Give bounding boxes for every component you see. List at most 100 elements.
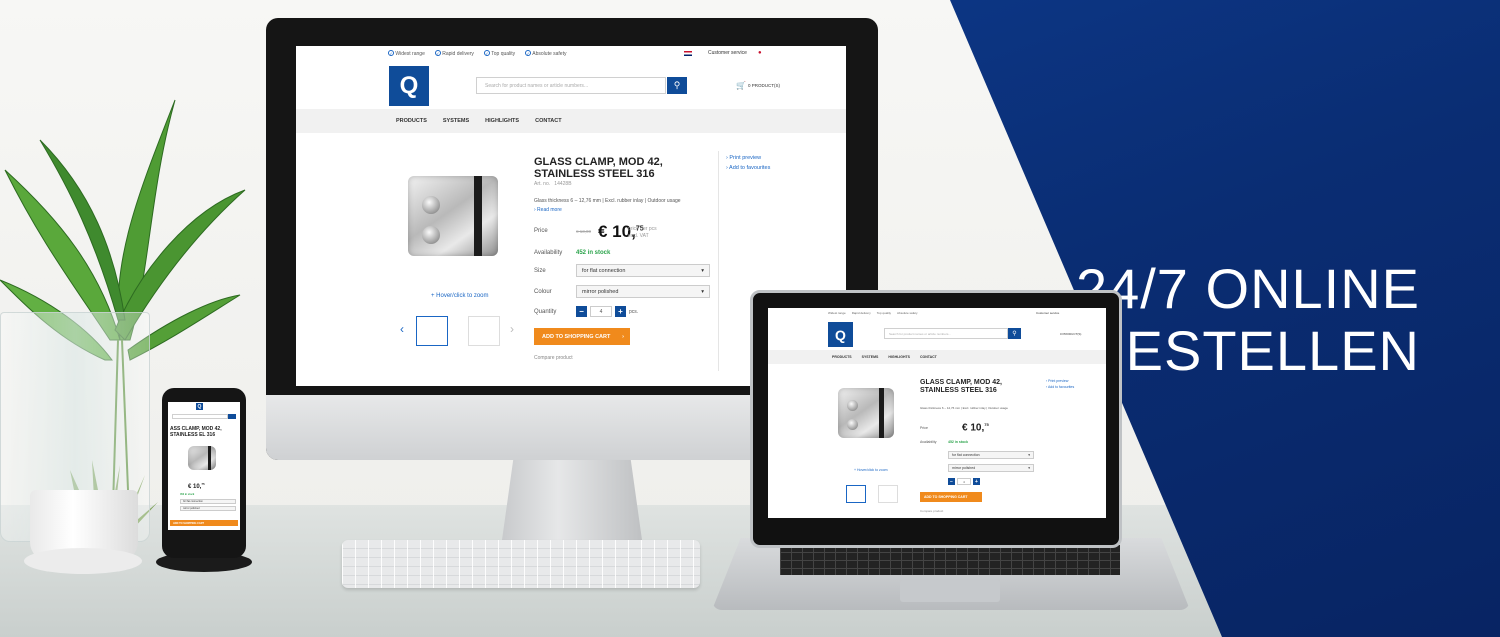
user-icon[interactable]: ●	[758, 50, 762, 56]
laptop-keyboard	[780, 545, 1120, 575]
check-icon: ✓	[483, 50, 490, 56]
usp-bar: Widest range Rapid delivery Top quality Abs…	[828, 311, 918, 315]
bolt-image	[422, 196, 440, 214]
site-logo[interactable]: Q	[389, 66, 429, 106]
price-note: price per pcs excl. VAT	[628, 226, 657, 239]
product-title: GLASS CLAMP, MOD 42, STAINLESS STEEL 316	[534, 156, 663, 180]
compare-link[interactable]: Compare product	[534, 355, 573, 361]
check-icon: ✓	[525, 50, 532, 56]
nav-products[interactable]: PRODUCTS	[396, 118, 427, 124]
quantity-input[interactable]: 4	[957, 478, 971, 485]
customer-service-link[interactable]: Customer service	[1036, 311, 1059, 315]
pot-saucer	[24, 548, 142, 574]
search-input[interactable]	[172, 414, 228, 419]
price-label: Price	[534, 228, 548, 234]
availability-label: Availability	[920, 440, 937, 444]
nav-products[interactable]: PRODUCTS	[832, 355, 852, 359]
article-number: Art. no. 14428B	[534, 181, 572, 187]
print-preview-link[interactable]: › Print preview	[726, 155, 761, 161]
read-more-link[interactable]: › Read more	[534, 207, 562, 213]
colour-label: Colour	[534, 289, 552, 295]
check-icon: ✓	[434, 50, 441, 56]
zoom-link[interactable]: + Hover/click to zoom	[854, 468, 888, 472]
colour-select[interactable]: mirror polished ▾	[576, 285, 710, 298]
site-logo[interactable]: Q	[196, 403, 203, 410]
chevron-down-icon: ▾	[701, 267, 704, 274]
thumbnail[interactable]	[878, 485, 898, 503]
usp-item: ✓ Top quality	[483, 50, 516, 57]
laptop-trackpad	[900, 580, 1000, 602]
quantity-label: Quantity	[534, 309, 557, 315]
quantity-input[interactable]: 4	[590, 306, 612, 317]
quantity-unit: pcs.	[629, 308, 639, 315]
check-icon: ✓	[388, 50, 394, 56]
add-to-cart-button[interactable]: ADD TO SHOPPING CART	[170, 520, 238, 526]
compare-link[interactable]: Compare product	[920, 509, 943, 513]
usp-item: ✓ Rapid delivery	[434, 50, 474, 57]
laptop-screen: Widest range Rapid delivery Top quality Abs…	[768, 308, 1106, 518]
product-image[interactable]	[838, 388, 894, 438]
banner-line-2: BESTELLEN	[1087, 319, 1420, 382]
thumbnail[interactable]	[846, 485, 866, 503]
search-button[interactable]: ⚲	[1008, 328, 1021, 339]
column-divider	[718, 151, 719, 371]
size-select[interactable]: for flat connection	[180, 499, 236, 504]
quantity-plus-button[interactable]: +	[973, 478, 980, 485]
quantity-minus-button[interactable]: −	[576, 306, 587, 317]
colour-select[interactable]: mirror polished	[180, 506, 236, 511]
quantity-stepper: − 4 + pcs.	[576, 306, 638, 317]
next-arrow-icon[interactable]: ›	[510, 322, 514, 336]
stock-status: 452 in stock	[180, 493, 195, 496]
nav-systems[interactable]: SYSTEMS	[862, 355, 879, 359]
search-input[interactable]: Search for product names or article numb…	[884, 328, 1008, 339]
product-image[interactable]	[408, 176, 498, 256]
prev-arrow-icon[interactable]: ‹	[400, 322, 404, 336]
cart-count[interactable]: 0 PRODUCT(S)	[1060, 332, 1081, 336]
cart-count[interactable]: 0 PRODUCT(S)	[748, 83, 780, 88]
site-logo[interactable]: Q	[828, 322, 853, 347]
chevron-down-icon: ▾	[1028, 466, 1030, 470]
favourites-link[interactable]: › Add to favourites	[726, 165, 770, 171]
print-preview-link[interactable]: › Print preview	[1046, 379, 1068, 383]
keyboard	[342, 540, 700, 588]
chevron-down-icon: ▾	[1028, 453, 1030, 457]
customer-service-link[interactable]: Customer service	[708, 50, 747, 56]
banner-line-1: 24/7 ONLINE	[1075, 257, 1420, 320]
add-to-cart-button[interactable]: ADD TO SHOPPING CART	[920, 492, 982, 502]
search-button[interactable]	[228, 414, 236, 419]
nav-highlights[interactable]: HIGHLIGHTS	[888, 355, 910, 359]
search-input[interactable]: Search for product names or article numb…	[476, 77, 666, 94]
current-price: € 10,75	[962, 422, 989, 434]
chevron-down-icon: ▾	[701, 288, 704, 295]
zoom-link[interactable]: + Hover/click to zoom	[431, 293, 489, 299]
thumbnail[interactable]	[416, 316, 448, 346]
nav-contact[interactable]: CONTACT	[920, 355, 937, 359]
favourites-link[interactable]: › Add to favourites	[1046, 385, 1074, 389]
usp-bar: ✓ Widest range ✓ Rapid delivery ✓ Top qu…	[388, 50, 566, 57]
quantity-minus-button[interactable]: −	[948, 478, 955, 485]
current-price: € 10,75	[188, 482, 205, 490]
nav-highlights[interactable]: HIGHLIGHTS	[485, 118, 519, 124]
usp-item: ✓ Widest range	[388, 50, 425, 57]
availability-label: Availability	[534, 250, 563, 256]
product-image[interactable]	[188, 446, 216, 470]
cart-icon[interactable]: 🛒	[736, 81, 746, 90]
colour-select[interactable]: mirror polished ▾	[948, 464, 1034, 472]
thumbnail[interactable]	[468, 316, 500, 346]
product-description: Glass thickness 6 – 12,76 mm | Excl. rub…	[534, 198, 681, 204]
main-nav: PRODUCTS SYSTEMS HIGHLIGHTS CONTACT	[296, 109, 846, 133]
stock-status: 452 in stock	[576, 250, 611, 256]
nav-systems[interactable]: SYSTEMS	[443, 118, 469, 124]
search-icon: ⚲	[1012, 331, 1017, 337]
add-to-cart-button[interactable]: ADD TO SHOPPING CART ›	[534, 328, 630, 345]
quantity-stepper: − 4 +	[948, 478, 980, 485]
size-select[interactable]: for flat connection ▾	[948, 451, 1034, 459]
quantity-plus-button[interactable]: +	[615, 306, 626, 317]
size-select[interactable]: for flat connection ▾	[576, 264, 710, 277]
phone-screen: Q ASS CLAMP, MOD 42, STAINLESS EL 316 € …	[168, 402, 240, 530]
search-button[interactable]: ⚲	[667, 77, 687, 94]
search-icon: ⚲	[673, 80, 681, 90]
nav-contact[interactable]: CONTACT	[535, 118, 561, 124]
product-title: ASS CLAMP, MOD 42, STAINLESS EL 316	[170, 426, 222, 438]
flag-icon[interactable]	[684, 51, 692, 56]
